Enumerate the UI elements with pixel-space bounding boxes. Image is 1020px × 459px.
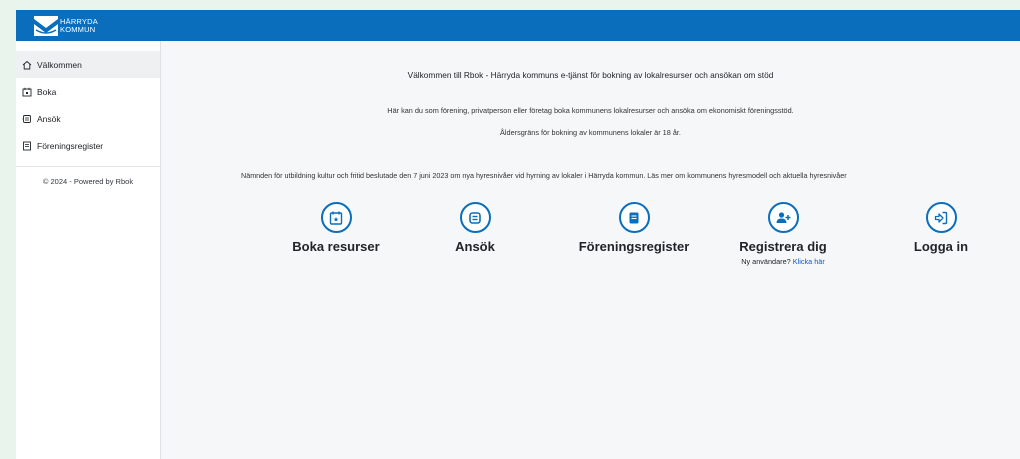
calendar-star-icon — [329, 211, 343, 225]
sidebar-divider — [16, 166, 160, 167]
card-registrera-dig[interactable]: Registrera dig Ny användare? Klicka här — [703, 202, 863, 266]
page-title: Välkommen till Rbok - Härryda kommuns e-… — [407, 70, 774, 80]
card-icon-circle — [320, 202, 352, 233]
notice-text: Nämnden för utbildning kultur och fritid… — [241, 171, 847, 180]
main-content: Välkommen till Rbok - Härryda kommuns e-… — [161, 41, 1020, 459]
sidebar: Välkommen Boka Ansök Föreningsregister ©… — [16, 41, 161, 459]
sidebar-item-label: Välkommen — [37, 59, 82, 70]
calendar-icon — [22, 87, 32, 96]
book-icon — [629, 212, 639, 223]
sidebar-item-label: Boka — [37, 86, 57, 97]
sidebar-item-valkommen[interactable]: Välkommen — [16, 51, 160, 78]
card-ansok[interactable]: Ansök — [395, 202, 555, 254]
card-icon-circle — [925, 202, 957, 233]
register-hint-text: Ny användare? — [741, 257, 791, 266]
apply-icon — [22, 114, 31, 123]
card-label: Föreningsregister — [578, 239, 690, 254]
card-label: Registrera dig — [739, 239, 827, 254]
sidebar-nav: Välkommen Boka Ansök Föreningsregister — [16, 51, 160, 159]
card-icon-circle — [618, 202, 650, 233]
card-boka-resurser[interactable]: Boka resurser — [256, 202, 416, 254]
card-icon-circle — [767, 202, 799, 233]
sidebar-item-foreningsregister[interactable]: Föreningsregister — [16, 132, 160, 159]
sidebar-item-ansok[interactable]: Ansök — [16, 105, 160, 132]
logo-mark-icon — [34, 15, 58, 36]
card-logga-in[interactable]: Logga in — [861, 202, 1020, 254]
card-foreningsregister[interactable]: Föreningsregister — [554, 202, 714, 254]
intro-text: Här kan du som förening, privatperson el… — [387, 106, 794, 115]
register-hint: Ny användare? Klicka här — [703, 257, 863, 266]
user-plus-icon — [776, 211, 791, 223]
sidebar-item-boka[interactable]: Boka — [16, 78, 160, 105]
book-icon — [23, 141, 31, 150]
top-header: HÄRRYDA KOMMUN — [16, 10, 1020, 41]
sidebar-item-label: Föreningsregister — [37, 140, 104, 151]
left-margin — [0, 0, 16, 459]
login-icon — [934, 211, 948, 224]
card-label: Ansök — [455, 239, 495, 254]
home-icon — [22, 60, 32, 69]
card-icon-circle — [459, 202, 491, 233]
harryda-logo[interactable]: HÄRRYDA KOMMUN — [34, 11, 114, 40]
register-link[interactable]: Klicka här — [793, 257, 825, 266]
sidebar-item-label: Ansök — [37, 113, 61, 124]
logo-text: HÄRRYDA KOMMUN — [60, 17, 98, 34]
card-label: Logga in — [913, 239, 969, 254]
apply-icon — [469, 211, 481, 224]
card-label: Boka resurser — [292, 239, 380, 254]
logo-line2: KOMMUN — [60, 24, 96, 34]
age-limit-text: Åldersgräns för bokning av kommunens lok… — [500, 128, 681, 137]
sidebar-footer: © 2024 - Powered by Rbok — [42, 177, 134, 186]
